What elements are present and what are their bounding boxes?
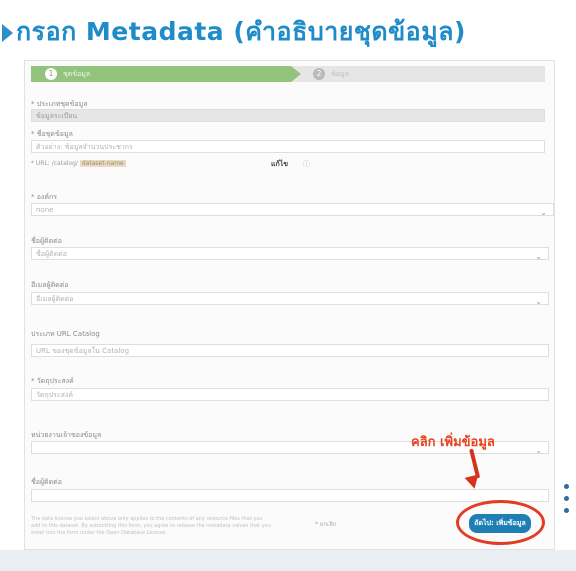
title-arrow-icon [2,24,13,42]
license-disclaimer: The data license you select above only a… [31,516,271,536]
step-1-number: 1 [45,68,57,80]
data-owner-label: หน่วยงานเจ้าของข้อมูล [31,431,102,439]
contact-name-select[interactable]: ชื่อผู้ติดต่อ ⌄ [31,247,549,260]
contact-email-value: อีเมลผู้ติดต่อ [36,295,74,303]
step-1-arrow-tip [291,66,301,82]
chevron-down-icon: ⌄ [540,208,547,216]
progress-stepper: 1 ชุดข้อมูล 2 ข้อมูล [31,66,545,82]
objective-input[interactable]: วัตถุประสงค์ [31,388,549,401]
url-prefix: * URL: /catalog/ [31,160,78,167]
organization-select[interactable]: none ⌄ [31,203,554,216]
contact-email-label: อีเมลผู้ติดต่อ [31,281,69,289]
step-2-label[interactable]: ข้อมูล [331,69,349,80]
page-header: กรอก Metadata (คำอธิบายชุดข้อมูล) [0,0,576,58]
contact-name-value: ชื่อผู้ติดต่อ [36,250,67,258]
annotation-text: คลิก เพิ่มข้อมูล [411,435,495,450]
organization-value: none [36,206,54,214]
edit-url-button[interactable]: แก้ไข [271,159,288,170]
url-catalog-input[interactable]: URL ของชุดข้อมูลใน Catalog [31,344,549,357]
more-options-icon[interactable] [564,484,569,520]
add-data-button[interactable]: ถัดไป: เพิ่มข้อมูล [469,514,531,533]
contact-name-label: ชื่อผู้ติดต่อ [31,237,62,245]
contact-input[interactable] [31,489,549,502]
contact-label: ชื่อผู้ติดต่อ [31,478,62,486]
objective-label: * วัตถุประสงค์ [31,377,74,385]
dot-icon [564,496,569,501]
organization-label: * องค์กร [31,193,58,201]
url-slug: dataset-name [79,160,126,167]
step-2-number[interactable]: 2 [313,68,325,80]
url-catalog-label: ประเภท URL Catalog [31,330,100,338]
step-1-label: ชุดข้อมูล [63,70,91,78]
chevron-down-icon: ⌄ [535,446,542,454]
chevron-down-icon: ⌄ [535,297,542,305]
dot-icon [564,508,569,513]
cancel-link[interactable]: * ยกเลิก [315,519,336,529]
dataset-type-field[interactable]: ข้อมูลระเบียน [31,109,545,122]
url-hint: * URL: /catalog/ dataset-name [31,160,126,167]
contact-email-select[interactable]: อีเมลผู้ติดต่อ ⌄ [31,292,549,305]
page-title: กรอก Metadata (คำอธิบายชุดข้อมูล) [16,17,466,46]
chevron-down-icon: ⌄ [535,252,542,260]
dataset-name-label: * ชื่อชุดข้อมูล [31,130,73,138]
help-icon: ⓘ [303,160,310,168]
dataset-name-input[interactable]: ตัวอย่าง: ข้อมูลจำนวนประชากร [31,140,545,153]
bottom-bar [0,550,576,571]
dot-icon [564,484,569,489]
